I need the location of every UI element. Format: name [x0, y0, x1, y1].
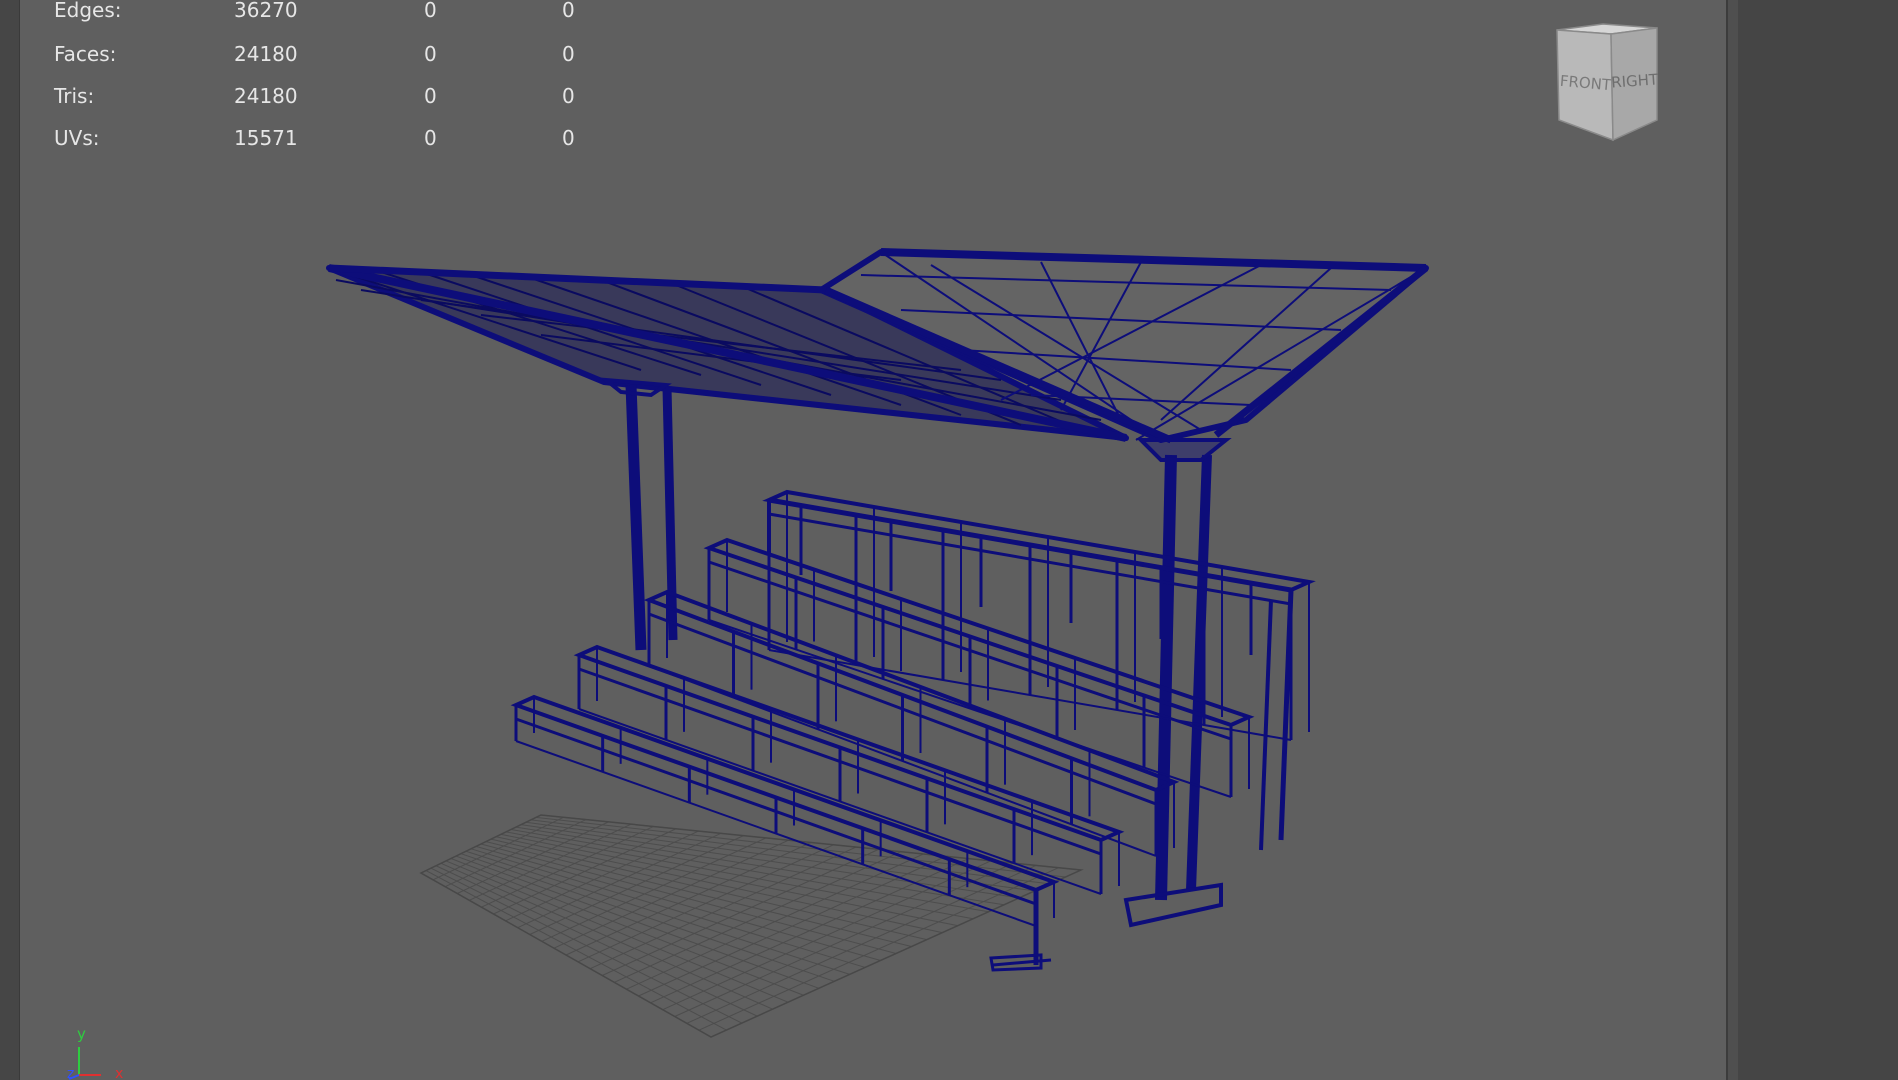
x-axis-label: x	[115, 1066, 123, 1080]
left-panel-edge	[0, 0, 19, 1080]
view-cube[interactable]: FRONT RIGHT	[1529, 18, 1679, 143]
z-axis-label: z	[67, 1066, 74, 1080]
y-axis-label: y	[77, 1025, 86, 1043]
axis-gizmo: y z x	[67, 1025, 123, 1080]
ground-grid	[419, 814, 1084, 1038]
3d-viewport[interactable]: Edges: 36270 0 0 Faces: 24180 0 0 Tris: …	[19, 0, 1728, 1080]
wireframe-scene[interactable]	[20, 0, 1726, 1080]
canopy-roof	[326, 248, 1429, 444]
right-side-panel	[1728, 0, 1898, 1080]
view-cube-right-label: RIGHT	[1611, 70, 1660, 91]
